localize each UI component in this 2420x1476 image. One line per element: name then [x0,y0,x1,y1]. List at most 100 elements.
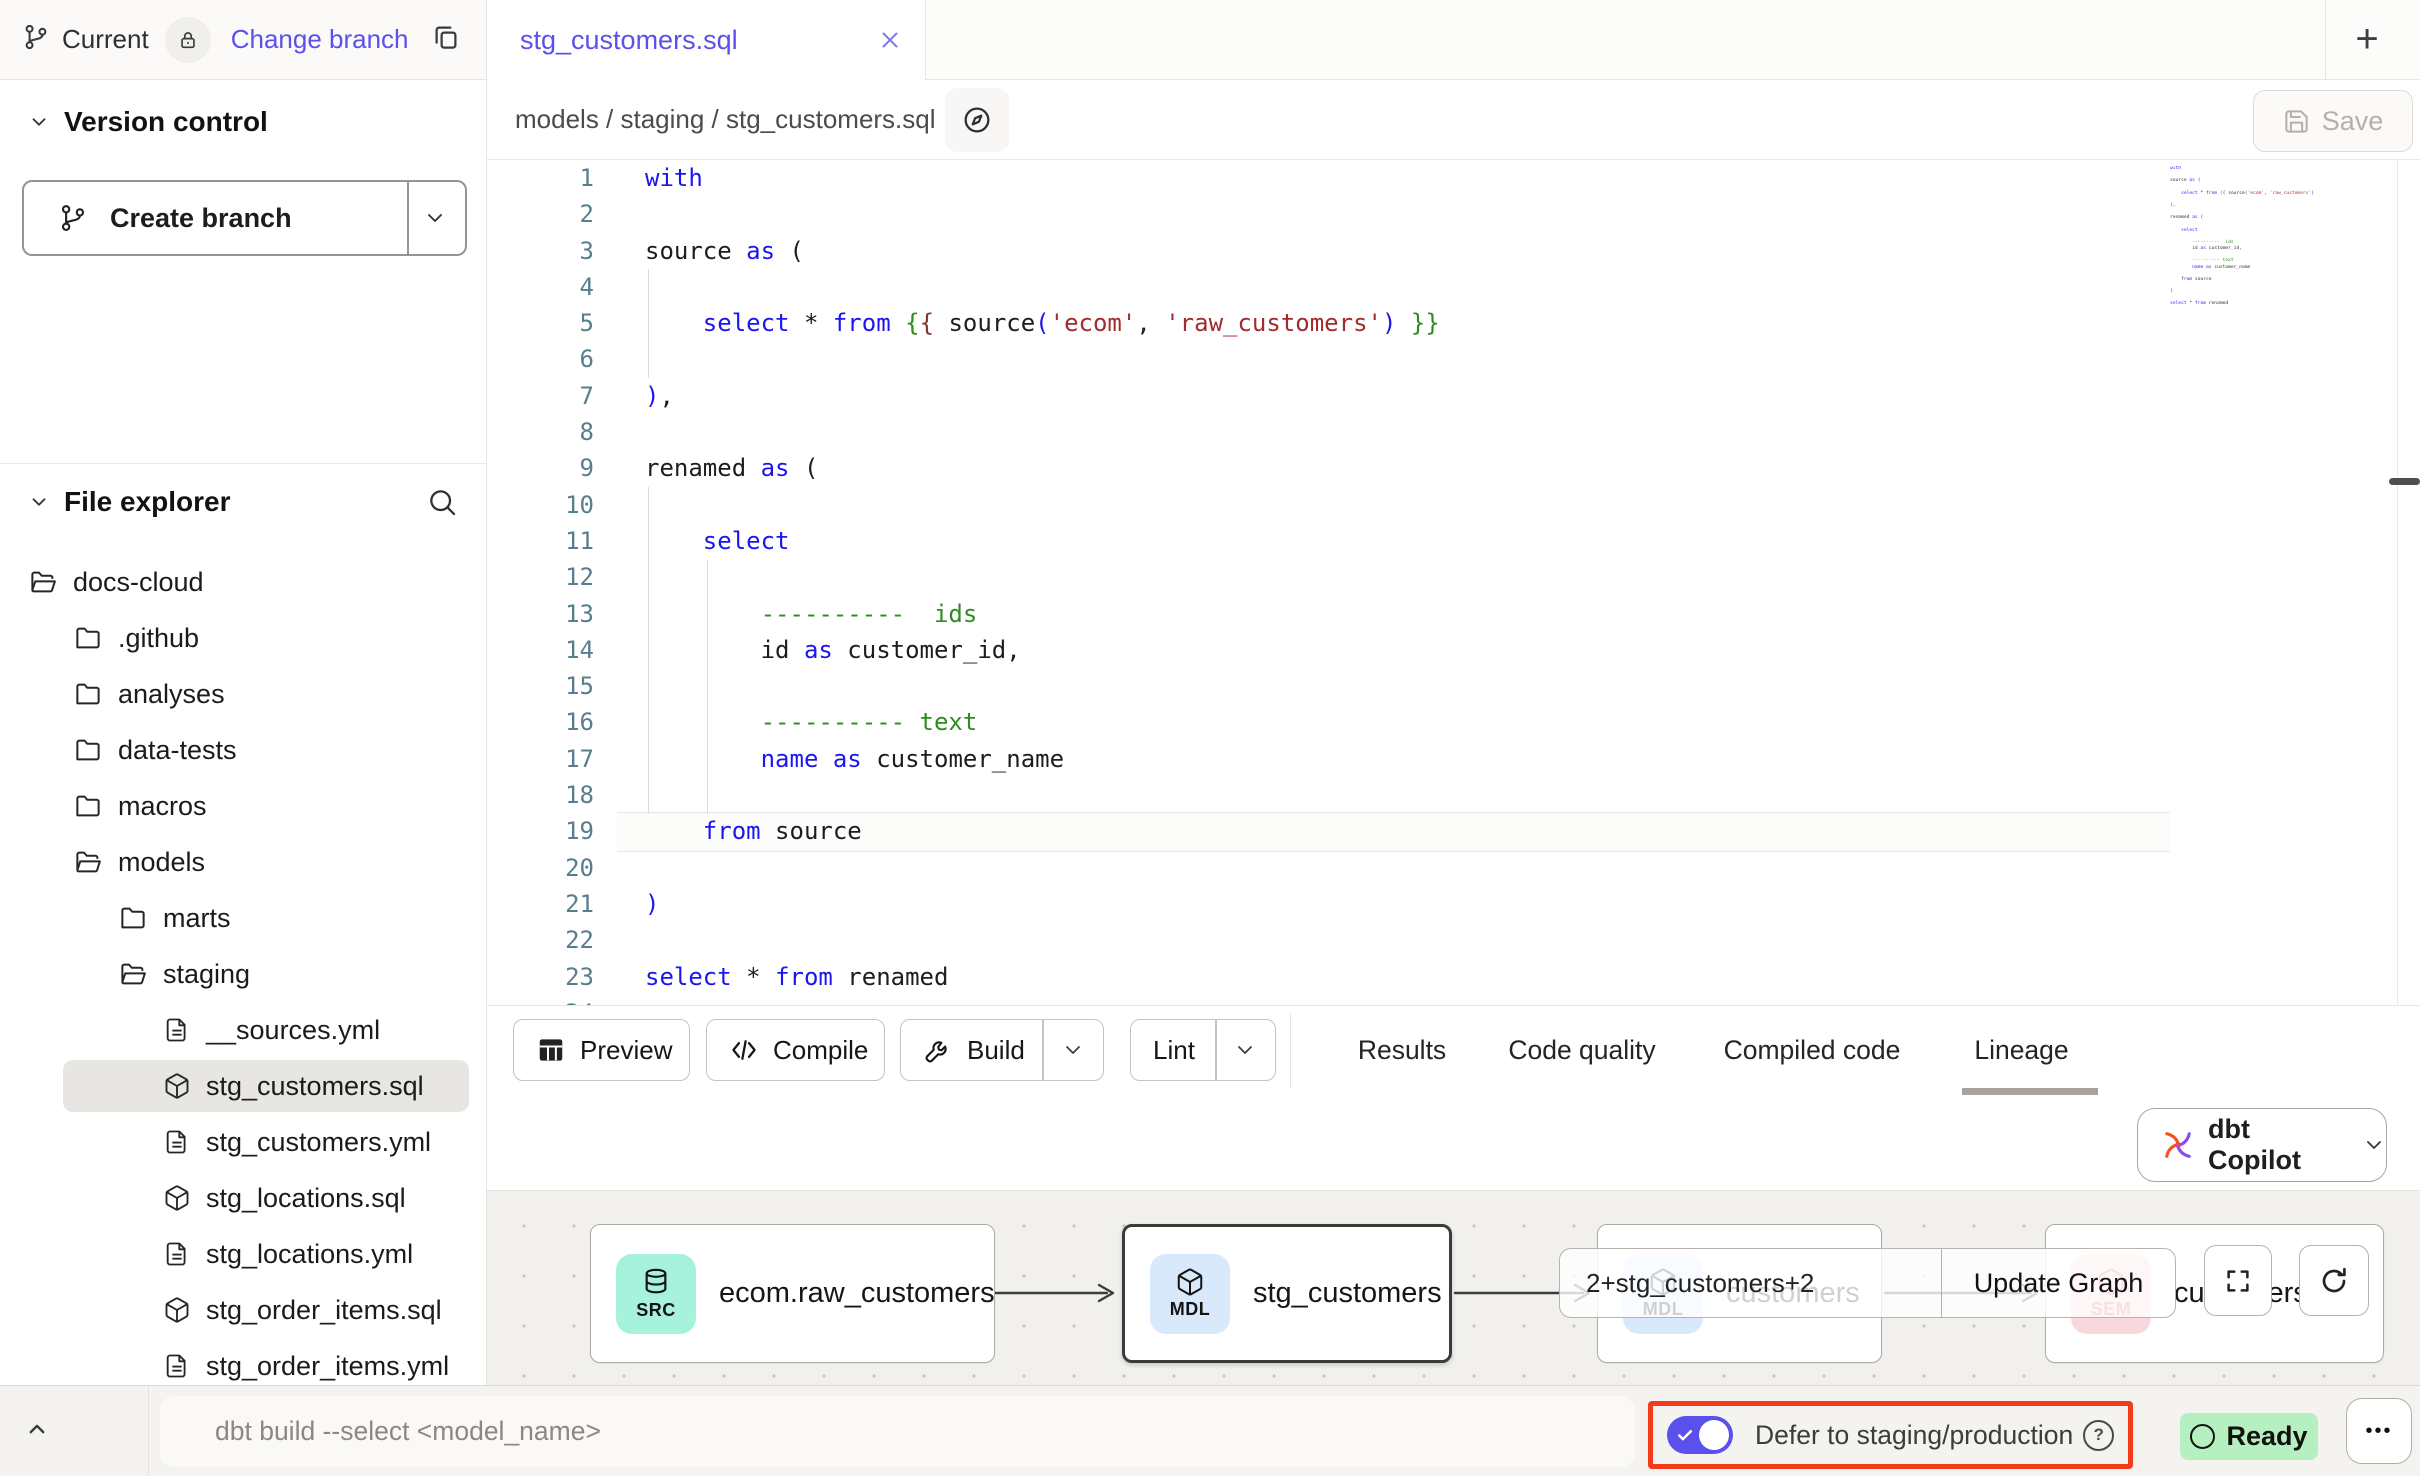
database-icon [640,1266,672,1298]
lineage-node-stg-customers[interactable]: MDL stg_customers [1122,1224,1452,1363]
file-icon [163,1016,191,1044]
defer-toggle[interactable] [1667,1416,1733,1454]
file-tree-item--sources-yml[interactable]: __sources.yml [0,1002,487,1058]
file-tree-item--github[interactable]: .github [0,610,487,666]
change-branch-link[interactable]: Change branch [231,24,409,55]
new-tab-button[interactable]: + [2332,0,2402,79]
file-label: analyses [118,679,225,710]
code-editor[interactable]: 1with2 3source as (4 5 select * from {{ … [487,160,2420,1005]
command-placeholder: dbt build --select <model_name> [215,1396,1635,1467]
help-icon[interactable]: ? [2083,1420,2114,1451]
sidebar: Version control Create branch File explo… [0,80,487,1385]
file-tree-item-stg-locations-yml[interactable]: stg_locations.yml [0,1226,487,1282]
minimap[interactable]: with source as ( select * from {{ source… [2170,166,2315,326]
tab-results[interactable]: Results [1342,1006,1462,1095]
file-tree-item-stg-locations-sql[interactable]: stg_locations.sql [0,1170,487,1226]
file-tree-item-stg-customers-sql[interactable]: stg_customers.sql [0,1058,487,1114]
file-tree-item-stg-order-items-yml[interactable]: stg_order_items.yml [0,1338,487,1385]
check-icon [1675,1425,1695,1445]
create-branch-button[interactable]: Create branch [22,180,467,256]
compile-button[interactable]: Compile [706,1019,885,1081]
breadcrumb-row: models / staging / stg_customers.sql Sav… [487,80,2420,160]
fullscreen-button[interactable] [2204,1245,2272,1316]
scrollbar-track [2397,160,2398,1005]
lineage-graph[interactable]: SRC ecom.raw_customers MDL stg_customers… [487,1190,2420,1385]
file-tree-item-models[interactable]: models [0,834,487,890]
lineage-node-source[interactable]: SRC ecom.raw_customers [590,1224,995,1363]
version-control-header[interactable]: Version control [0,104,268,140]
lineage-compass-icon[interactable] [945,88,1009,152]
more-options-button[interactable]: ••• [2346,1398,2412,1464]
file-tree-item-stg-customers-yml[interactable]: stg_customers.yml [0,1114,487,1170]
line-number: 11 [487,523,594,559]
sidebar-divider [0,463,487,464]
file-tree-item-data-tests[interactable]: data-tests [0,722,487,778]
line-number: 17 [487,741,594,777]
close-tab-icon[interactable] [877,27,903,58]
table-icon [536,1035,566,1065]
copy-icon[interactable] [431,22,461,57]
status-circle-icon [2190,1424,2215,1449]
lineage-selector-input[interactable]: 2+stg_customers+2 [1560,1249,1942,1317]
minimap-line [2170,308,2315,314]
preview-button[interactable]: Preview [513,1019,690,1081]
lint-button[interactable]: Lint [1130,1019,1276,1081]
update-graph-button[interactable]: Update Graph [1942,1249,2175,1317]
folder-open-icon [28,567,58,597]
folder-icon [73,623,103,653]
line-number: 2 [487,196,594,232]
source-badge: SRC [616,1254,696,1334]
file-tree-item-stg-order-items-sql[interactable]: stg_order_items.sql [0,1282,487,1338]
build-dropdown-chevron[interactable] [1042,1020,1103,1080]
tab-stg-customers-sql[interactable]: stg_customers.sql [487,0,926,80]
code-line: 24 [487,995,2420,1005]
collapse-panel-icon[interactable] [22,1414,52,1449]
command-input[interactable]: dbt build --select <model_name> [160,1396,1635,1467]
save-button[interactable]: Save [2253,90,2413,152]
cube-icon [1175,1267,1205,1297]
lint-dropdown-chevron[interactable] [1215,1020,1275,1080]
file-label: stg_customers.yml [206,1127,431,1158]
code-lines: 1with2 3source as (4 5 select * from {{ … [487,160,2420,1005]
file-tree-item-analyses[interactable]: analyses [0,666,487,722]
line-number: 21 [487,886,594,922]
search-icon[interactable] [426,486,458,523]
build-button[interactable]: Build [900,1019,1104,1081]
defer-label: Defer to staging/production [1755,1420,2073,1451]
dbt-copilot-button[interactable]: dbt Copilot [2137,1108,2387,1182]
line-number: 24 [487,995,594,1005]
file-tree-item-staging[interactable]: staging [0,946,487,1002]
code-line: 8 [487,414,2420,450]
line-number: 9 [487,450,594,486]
badge-label: MDL [1170,1299,1211,1320]
chevron-down-icon[interactable] [28,491,50,513]
dbt-copilot-icon [2160,1127,2196,1163]
git-branch-icon [58,203,88,233]
code-line: 22 [487,922,2420,958]
file-tree-item-docs-cloud[interactable]: docs-cloud [0,554,487,610]
line-number: 14 [487,632,594,668]
file-explorer-header[interactable]: File explorer [0,484,231,520]
refresh-button[interactable] [2299,1245,2369,1316]
tab-code-quality[interactable]: Code quality [1487,1006,1677,1095]
status-bar: dbt build --select <model_name> Defer to… [0,1385,2420,1476]
code-line: 20 [487,850,2420,886]
toggle-knob [1699,1420,1729,1450]
create-branch-dropdown[interactable] [405,182,465,254]
code-line: 4 [487,269,2420,305]
line-number: 18 [487,777,594,813]
file-tree-item-macros[interactable]: macros [0,778,487,834]
file-label: stg_order_items.sql [206,1295,442,1326]
tab-compiled-code[interactable]: Compiled code [1702,1006,1922,1095]
file-tree-item-marts[interactable]: marts [0,890,487,946]
model-badge: MDL [1150,1254,1230,1334]
tab-lineage[interactable]: Lineage [1949,1006,2094,1095]
editor-toolbar: Preview Compile Build Lint Results Code q… [487,1005,2420,1095]
chevron-down-icon[interactable] [28,111,50,133]
cube-icon [163,1184,191,1212]
scrollbar-thumb[interactable] [2389,478,2420,485]
code-line: 1with [487,160,2420,196]
statusbar-divider [148,1386,149,1476]
badge-label: SRC [636,1300,676,1321]
file-label: stg_locations.sql [206,1183,406,1214]
